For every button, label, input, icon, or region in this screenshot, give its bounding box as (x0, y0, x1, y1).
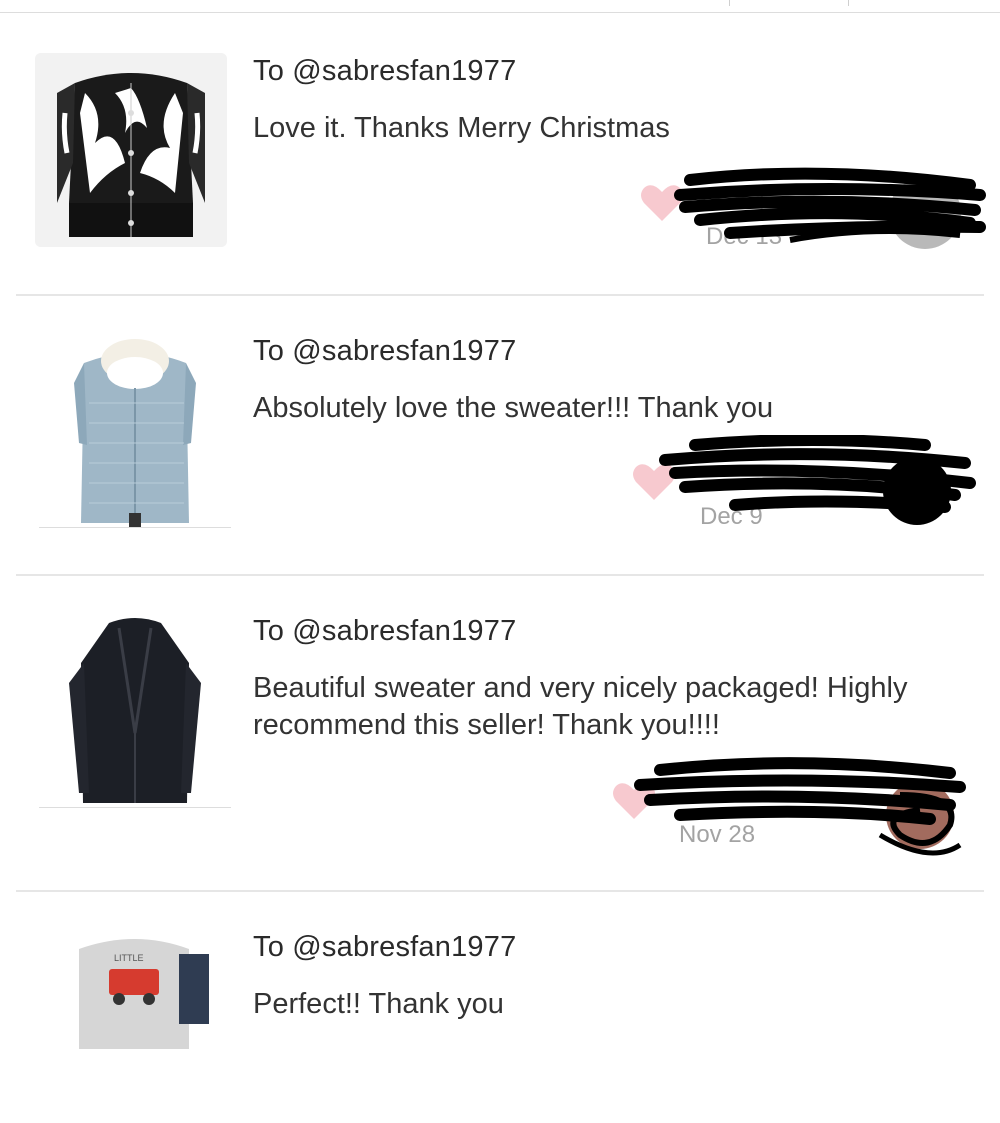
recipient-username[interactable]: To @sabresfan1977 (253, 615, 516, 648)
redacted-buyer-scribble (659, 435, 976, 525)
tab-divider (729, 0, 730, 6)
long-cardigan-image (39, 613, 231, 807)
feedback-message: Beautiful sweater and very nicely packag… (253, 672, 908, 741)
feedback-message: Absolutely love the sweater!!! Thank you (253, 392, 774, 424)
top-tab-bar (0, 0, 1000, 13)
redacted-buyer-scribble (634, 757, 966, 856)
product-thumbnail[interactable] (39, 613, 231, 808)
recipient-username[interactable]: To @sabresfan1977 (253, 335, 516, 368)
product-thumbnail[interactable] (39, 333, 231, 528)
recipient-username[interactable]: To @sabresfan1977 (253, 55, 516, 88)
floral-cardigan-image (35, 53, 227, 247)
item-divider (16, 890, 984, 892)
kids-shirt-image: LITTLE (39, 929, 231, 1123)
product-thumbnail[interactable]: LITTLE (39, 929, 231, 1123)
feedback-message: Love it. Thanks Merry Christmas (253, 112, 670, 144)
product-thumbnail[interactable] (35, 53, 227, 247)
knit-vest-image (39, 333, 231, 527)
tab-divider (848, 0, 849, 6)
feedback-message: Perfect!! Thank you (253, 988, 504, 1020)
item-divider (16, 294, 984, 296)
item-divider (16, 574, 984, 576)
svg-text:LITTLE: LITTLE (114, 953, 144, 963)
redacted-buyer-scribble (674, 167, 986, 249)
recipient-username[interactable]: To @sabresfan1977 (253, 931, 516, 964)
